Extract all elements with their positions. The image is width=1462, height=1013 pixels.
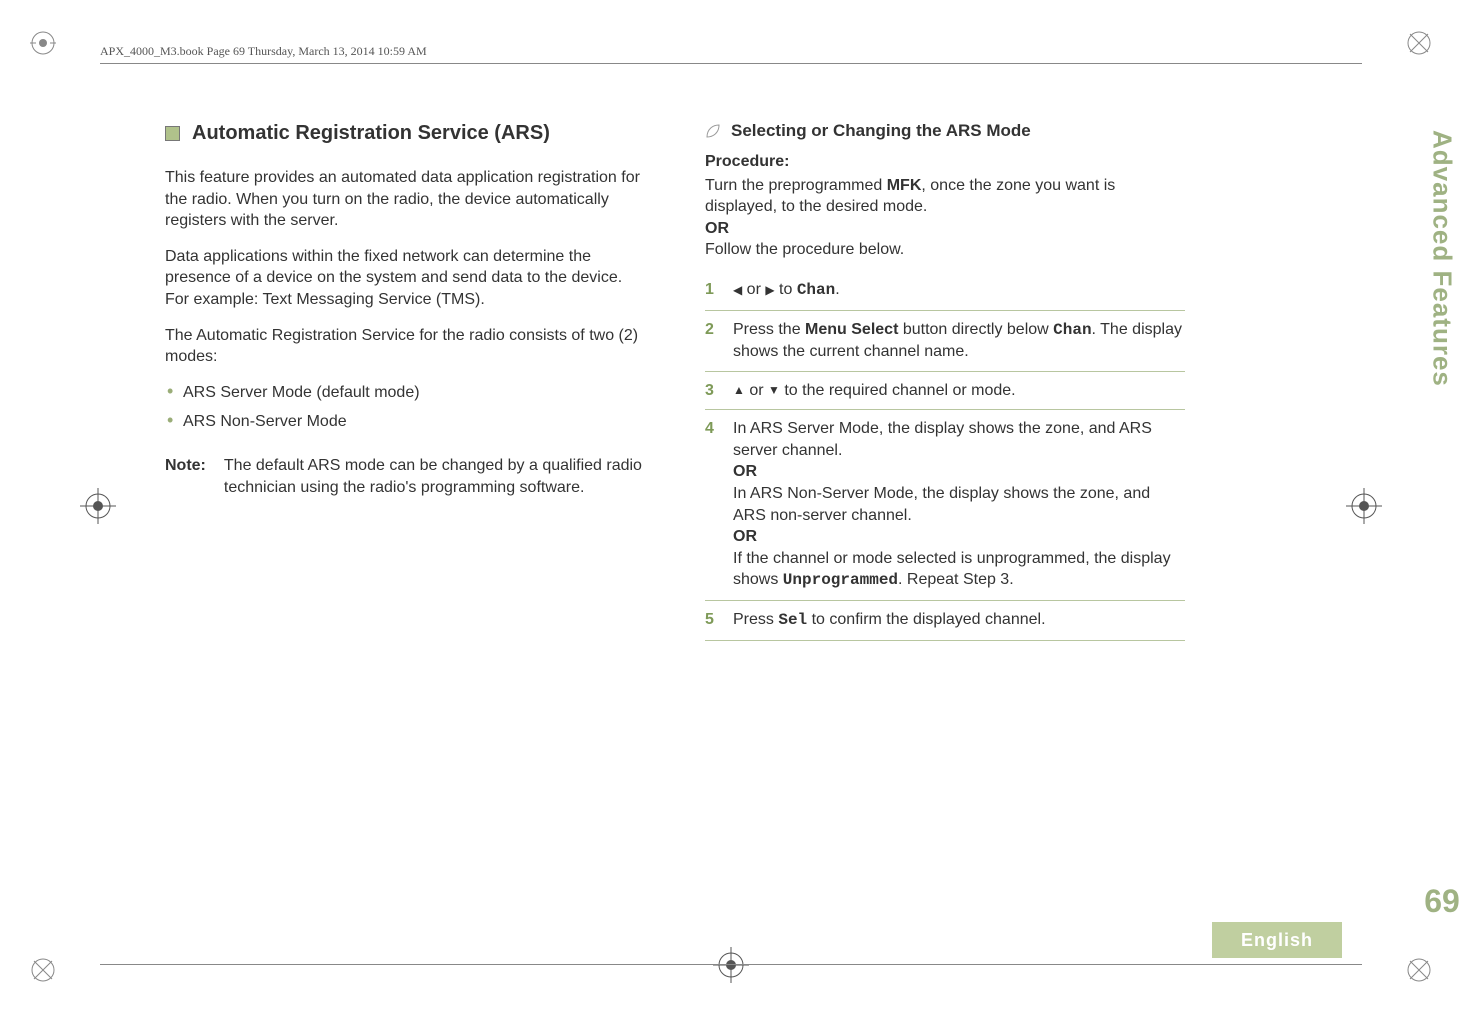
registration-icon: [80, 488, 116, 524]
step-body: Press Sel to confirm the displayed chann…: [733, 609, 1185, 632]
paragraph: This feature provides an automated data …: [165, 167, 645, 232]
or-separator: OR: [705, 218, 1185, 240]
down-arrow-icon: ▼: [768, 382, 780, 398]
section-bullet-icon: [165, 126, 180, 141]
subsection-title-text: Selecting or Changing the ARS Mode: [731, 120, 1031, 143]
right-column: Selecting or Changing the ARS Mode Proce…: [705, 120, 1185, 641]
leaf-icon: [705, 123, 721, 139]
registration-icon: [1346, 488, 1382, 524]
right-arrow-icon: ▶: [765, 282, 774, 298]
mfk-key: MFK: [887, 177, 922, 194]
page-content: Automatic Registration Service (ARS) Thi…: [165, 120, 1185, 641]
list-item: ARS Server Mode (default mode): [165, 382, 645, 412]
step-body: Press the Menu Select button directly be…: [733, 319, 1185, 363]
step-row: 3 ▲ or ▼ to the required channel or mode…: [705, 372, 1185, 411]
left-column: Automatic Registration Service (ARS) Thi…: [165, 120, 645, 641]
procedure-intro: Turn the preprogrammed MFK, once the zon…: [705, 175, 1185, 218]
mode-list: ARS Server Mode (default mode) ARS Non-S…: [165, 382, 645, 441]
crop-mark-icon: [1406, 957, 1432, 983]
footer-rule: [100, 964, 1362, 965]
step-number: 2: [705, 319, 719, 363]
header-rule: [100, 63, 1362, 64]
note-block: Note: The default ARS mode can be change…: [165, 455, 645, 498]
note-text: The default ARS mode can be changed by a…: [224, 455, 645, 498]
step-row: 5 Press Sel to confirm the displayed cha…: [705, 601, 1185, 641]
procedure-steps: 1 ◀ or ▶ to Chan. 2 Press the Menu Selec…: [705, 271, 1185, 641]
side-tab: Advanced Features 69: [1422, 120, 1462, 920]
step-number: 3: [705, 380, 719, 402]
chan-label: Chan: [797, 281, 835, 299]
step-number: 1: [705, 279, 719, 302]
note-label: Note:: [165, 455, 206, 498]
step-row: 4 In ARS Server Mode, the display shows …: [705, 410, 1185, 601]
crop-mark-icon: [30, 957, 56, 983]
procedure-intro-alt: Follow the procedure below.: [705, 239, 1185, 261]
registration-icon: [713, 947, 749, 983]
running-header: APX_4000_M3.book Page 69 Thursday, March…: [100, 44, 427, 59]
step-row: 1 ◀ or ▶ to Chan.: [705, 271, 1185, 311]
list-item: ARS Non-Server Mode: [165, 411, 645, 441]
left-arrow-icon: ◀: [733, 282, 742, 298]
step-number: 5: [705, 609, 719, 632]
side-tab-label: Advanced Features: [1427, 130, 1458, 387]
crop-mark-icon: [30, 30, 56, 56]
paragraph: Data applications within the fixed netwo…: [165, 246, 645, 311]
up-arrow-icon: ▲: [733, 382, 745, 398]
procedure-label: Procedure:: [705, 151, 1185, 173]
section-heading: Automatic Registration Service (ARS): [165, 120, 645, 147]
step-number: 4: [705, 418, 719, 592]
step-row: 2 Press the Menu Select button directly …: [705, 311, 1185, 372]
step-body: In ARS Server Mode, the display shows th…: [733, 418, 1185, 592]
section-title-text: Automatic Registration Service (ARS): [192, 120, 550, 147]
paragraph: The Automatic Registration Service for t…: [165, 325, 645, 368]
step-body: ▲ or ▼ to the required channel or mode.: [733, 380, 1185, 402]
step-body: ◀ or ▶ to Chan.: [733, 279, 1185, 302]
subsection-heading: Selecting or Changing the ARS Mode: [705, 120, 1185, 143]
crop-mark-icon: [1406, 30, 1432, 56]
language-badge: English: [1212, 922, 1342, 958]
page-number: 69: [1424, 883, 1460, 920]
